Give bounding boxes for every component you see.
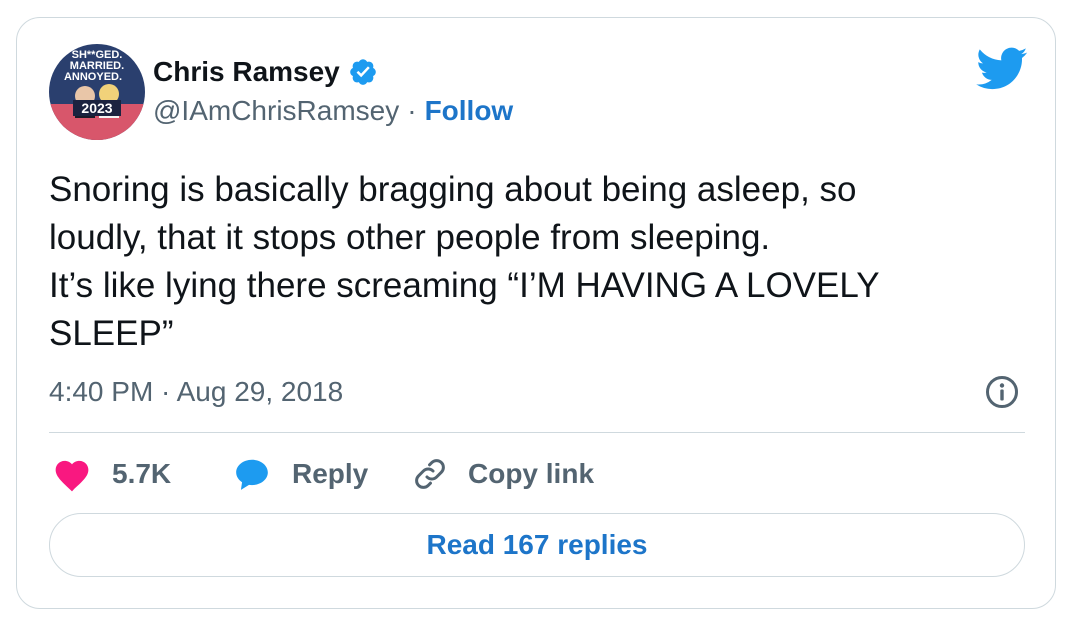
like-button[interactable]: 5.7K [52, 456, 232, 492]
author-handle-row: @IAmChrisRamsey · Follow [153, 93, 513, 129]
tweet-text: Snoring is basically bragging about bein… [49, 170, 880, 353]
copy-link-button[interactable]: Copy link [412, 456, 594, 492]
heart-icon [52, 456, 92, 492]
verified-badge-icon [348, 57, 378, 87]
like-count: 5.7K [112, 458, 172, 489]
link-icon [412, 456, 448, 492]
separator-dot: · [407, 95, 417, 126]
author-handle[interactable]: @IAmChrisRamsey [153, 95, 399, 127]
reply-button[interactable]: Reply [232, 455, 412, 493]
read-replies-label: Read 167 replies [426, 529, 648, 560]
author-avatar[interactable]: SH**GED. MARRIED. ANNOYED. 2023 [49, 44, 145, 140]
info-icon[interactable] [985, 375, 1019, 409]
follow-button[interactable]: Follow [425, 95, 514, 127]
read-replies-button[interactable]: Read 167 replies [49, 513, 1025, 577]
avatar-year: 2023 [81, 100, 112, 116]
tweet-actions: 5.7K Reply Copy link [52, 452, 594, 496]
divider [49, 432, 1025, 433]
author-name[interactable]: Chris Ramsey [153, 56, 340, 88]
copy-link-label: Copy link [468, 458, 595, 489]
avatar-text-line3: ANNOYED. [64, 71, 122, 83]
tweet-timestamp[interactable]: 4:40 PM · Aug 29, 2018 [49, 372, 343, 412]
twitter-bird-icon[interactable] [976, 47, 1028, 91]
reply-label: Reply [292, 458, 369, 489]
author-name-row: Chris Ramsey [153, 54, 378, 90]
reply-bubble-icon [232, 455, 272, 493]
